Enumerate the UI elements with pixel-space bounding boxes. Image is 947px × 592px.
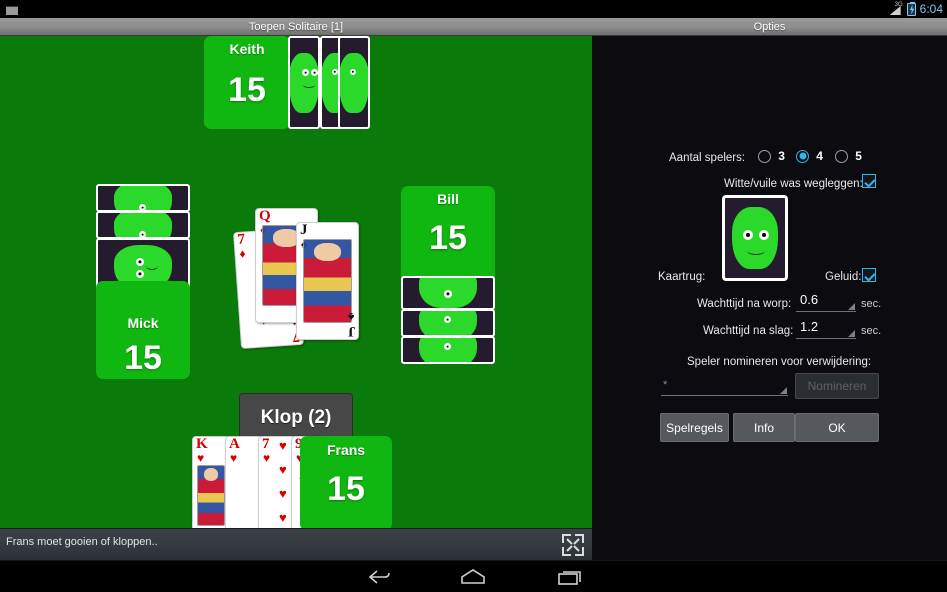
ok-button[interactable]: OK <box>795 413 879 442</box>
white-dirty-laundry-label: Witte/vuile was wegleggen: <box>724 178 863 190</box>
game-window-title: Toepen Solitaire [1] <box>0 18 592 36</box>
player-name-keith: Keith <box>229 41 265 57</box>
nominate-select[interactable]: * <box>661 376 788 396</box>
checkbox-checked <box>862 268 876 282</box>
wait-after-trick-value: 1.2 <box>800 319 819 334</box>
player-name-frans: Frans <box>326 442 366 458</box>
players-count-label: Aantal spelers: <box>669 152 746 164</box>
card-suit-corner: ♠ <box>347 310 354 324</box>
card-suit: ♥ <box>197 451 205 465</box>
nominate-label: Speler nomineren voor verwijdering: <box>687 356 872 368</box>
klop-button[interactable]: Klop (2) <box>239 393 353 442</box>
radio-circle <box>758 149 771 163</box>
wait-after-throw-value: 0.6 <box>800 292 819 307</box>
wait-after-trick-unit: sec. <box>861 325 882 337</box>
monster-blob-icon <box>732 207 778 269</box>
cardback-label: Kaartrug: <box>658 271 706 283</box>
chevron-down-icon <box>780 387 787 394</box>
court-figure <box>303 239 352 323</box>
info-button[interactable]: Info <box>733 413 795 442</box>
player-panel-frans[interactable]: Frans 15 <box>300 436 392 528</box>
android-status-bar: 3G 6:04 <box>0 0 947 18</box>
fullscreen-diagonals <box>566 538 580 552</box>
wait-after-throw-spinner[interactable]: 0.6 <box>796 292 856 312</box>
players-radio-5[interactable]: 5 <box>835 149 862 163</box>
player-panel-bill[interactable]: Bill 15 <box>401 186 495 284</box>
player-panel-mick[interactable]: Mick 15 <box>96 281 190 379</box>
cardback-preview[interactable] <box>722 195 788 281</box>
chevron-down-icon <box>848 330 855 337</box>
card-suit: ♥ <box>230 451 238 465</box>
court-figure <box>197 465 225 526</box>
status-icons: 3G 6:04 <box>889 0 943 18</box>
white-dirty-laundry-checkbox[interactable] <box>862 174 876 188</box>
player-score-keith: 15 <box>228 71 266 109</box>
game-board[interactable]: Keith 15 Mick 15 Bill 15 7 ♦ Q J J ♠ Klo… <box>0 36 592 528</box>
home-icon[interactable] <box>451 565 495 589</box>
player-name-mick: Mick <box>127 315 159 331</box>
fullscreen-icon[interactable] <box>562 534 584 556</box>
players-radio-3[interactable]: 3 <box>758 149 785 163</box>
sound-checkbox[interactable] <box>862 268 876 282</box>
game-status-bar: Frans moet gooien of kloppen.. <box>0 528 592 560</box>
wait-after-throw-unit: sec. <box>861 298 882 310</box>
options-window-title: Opties <box>592 18 947 36</box>
nominate-button[interactable]: Nomineren <box>795 373 879 399</box>
back-icon[interactable] <box>357 565 401 589</box>
players-radio-4[interactable]: 4 <box>796 149 823 163</box>
signal-icon: 3G <box>889 2 903 15</box>
facedown-card <box>401 309 495 337</box>
player-panel-keith[interactable]: Keith 15 <box>204 36 290 129</box>
recent-apps-icon[interactable] <box>547 565 591 589</box>
card-suit: ♦ <box>239 246 247 261</box>
chevron-down-icon <box>848 303 855 310</box>
radio-circle-selected <box>796 149 809 163</box>
status-message: Frans moet gooien of kloppen.. <box>6 536 158 548</box>
trick-card: J ♠ J ♠ <box>296 222 359 340</box>
wait-after-trick-spinner[interactable]: 1.2 <box>796 319 856 339</box>
facedown-card <box>401 276 495 310</box>
players-radio-4-label: 4 <box>816 149 823 163</box>
checkbox-checked <box>862 174 876 188</box>
players-radio-3-label: 3 <box>778 149 785 163</box>
clock: 6:04 <box>919 2 943 16</box>
wait-after-trick-label: Wachttijd na slag: <box>703 325 794 337</box>
android-nav-bar <box>0 560 947 592</box>
card-suit: ♥ <box>263 451 271 465</box>
player-name-bill: Bill <box>437 191 459 207</box>
facedown-card <box>96 211 190 239</box>
wait-after-throw-label: Wachttijd na worp: <box>697 298 792 310</box>
card-rank-corner: J <box>347 323 356 339</box>
facedown-card <box>401 336 495 364</box>
player-score-frans: 15 <box>327 470 365 508</box>
player-score-mick: 15 <box>124 339 162 377</box>
players-radio-5-label: 5 <box>855 149 862 163</box>
nominate-select-value: * <box>663 379 668 391</box>
player-score-bill: 15 <box>429 219 467 257</box>
sound-label: Geluid: <box>825 271 862 283</box>
facedown-card <box>338 36 370 129</box>
radio-circle <box>835 149 848 163</box>
facedown-card <box>96 184 190 212</box>
rules-button[interactable]: Spelregels <box>660 413 729 442</box>
app-icon <box>6 6 18 15</box>
options-panel: Aantal spelers: 3 4 5 Witte/vuile was we… <box>592 36 947 560</box>
facedown-card <box>288 36 320 129</box>
battery-charging-icon <box>906 1 916 16</box>
